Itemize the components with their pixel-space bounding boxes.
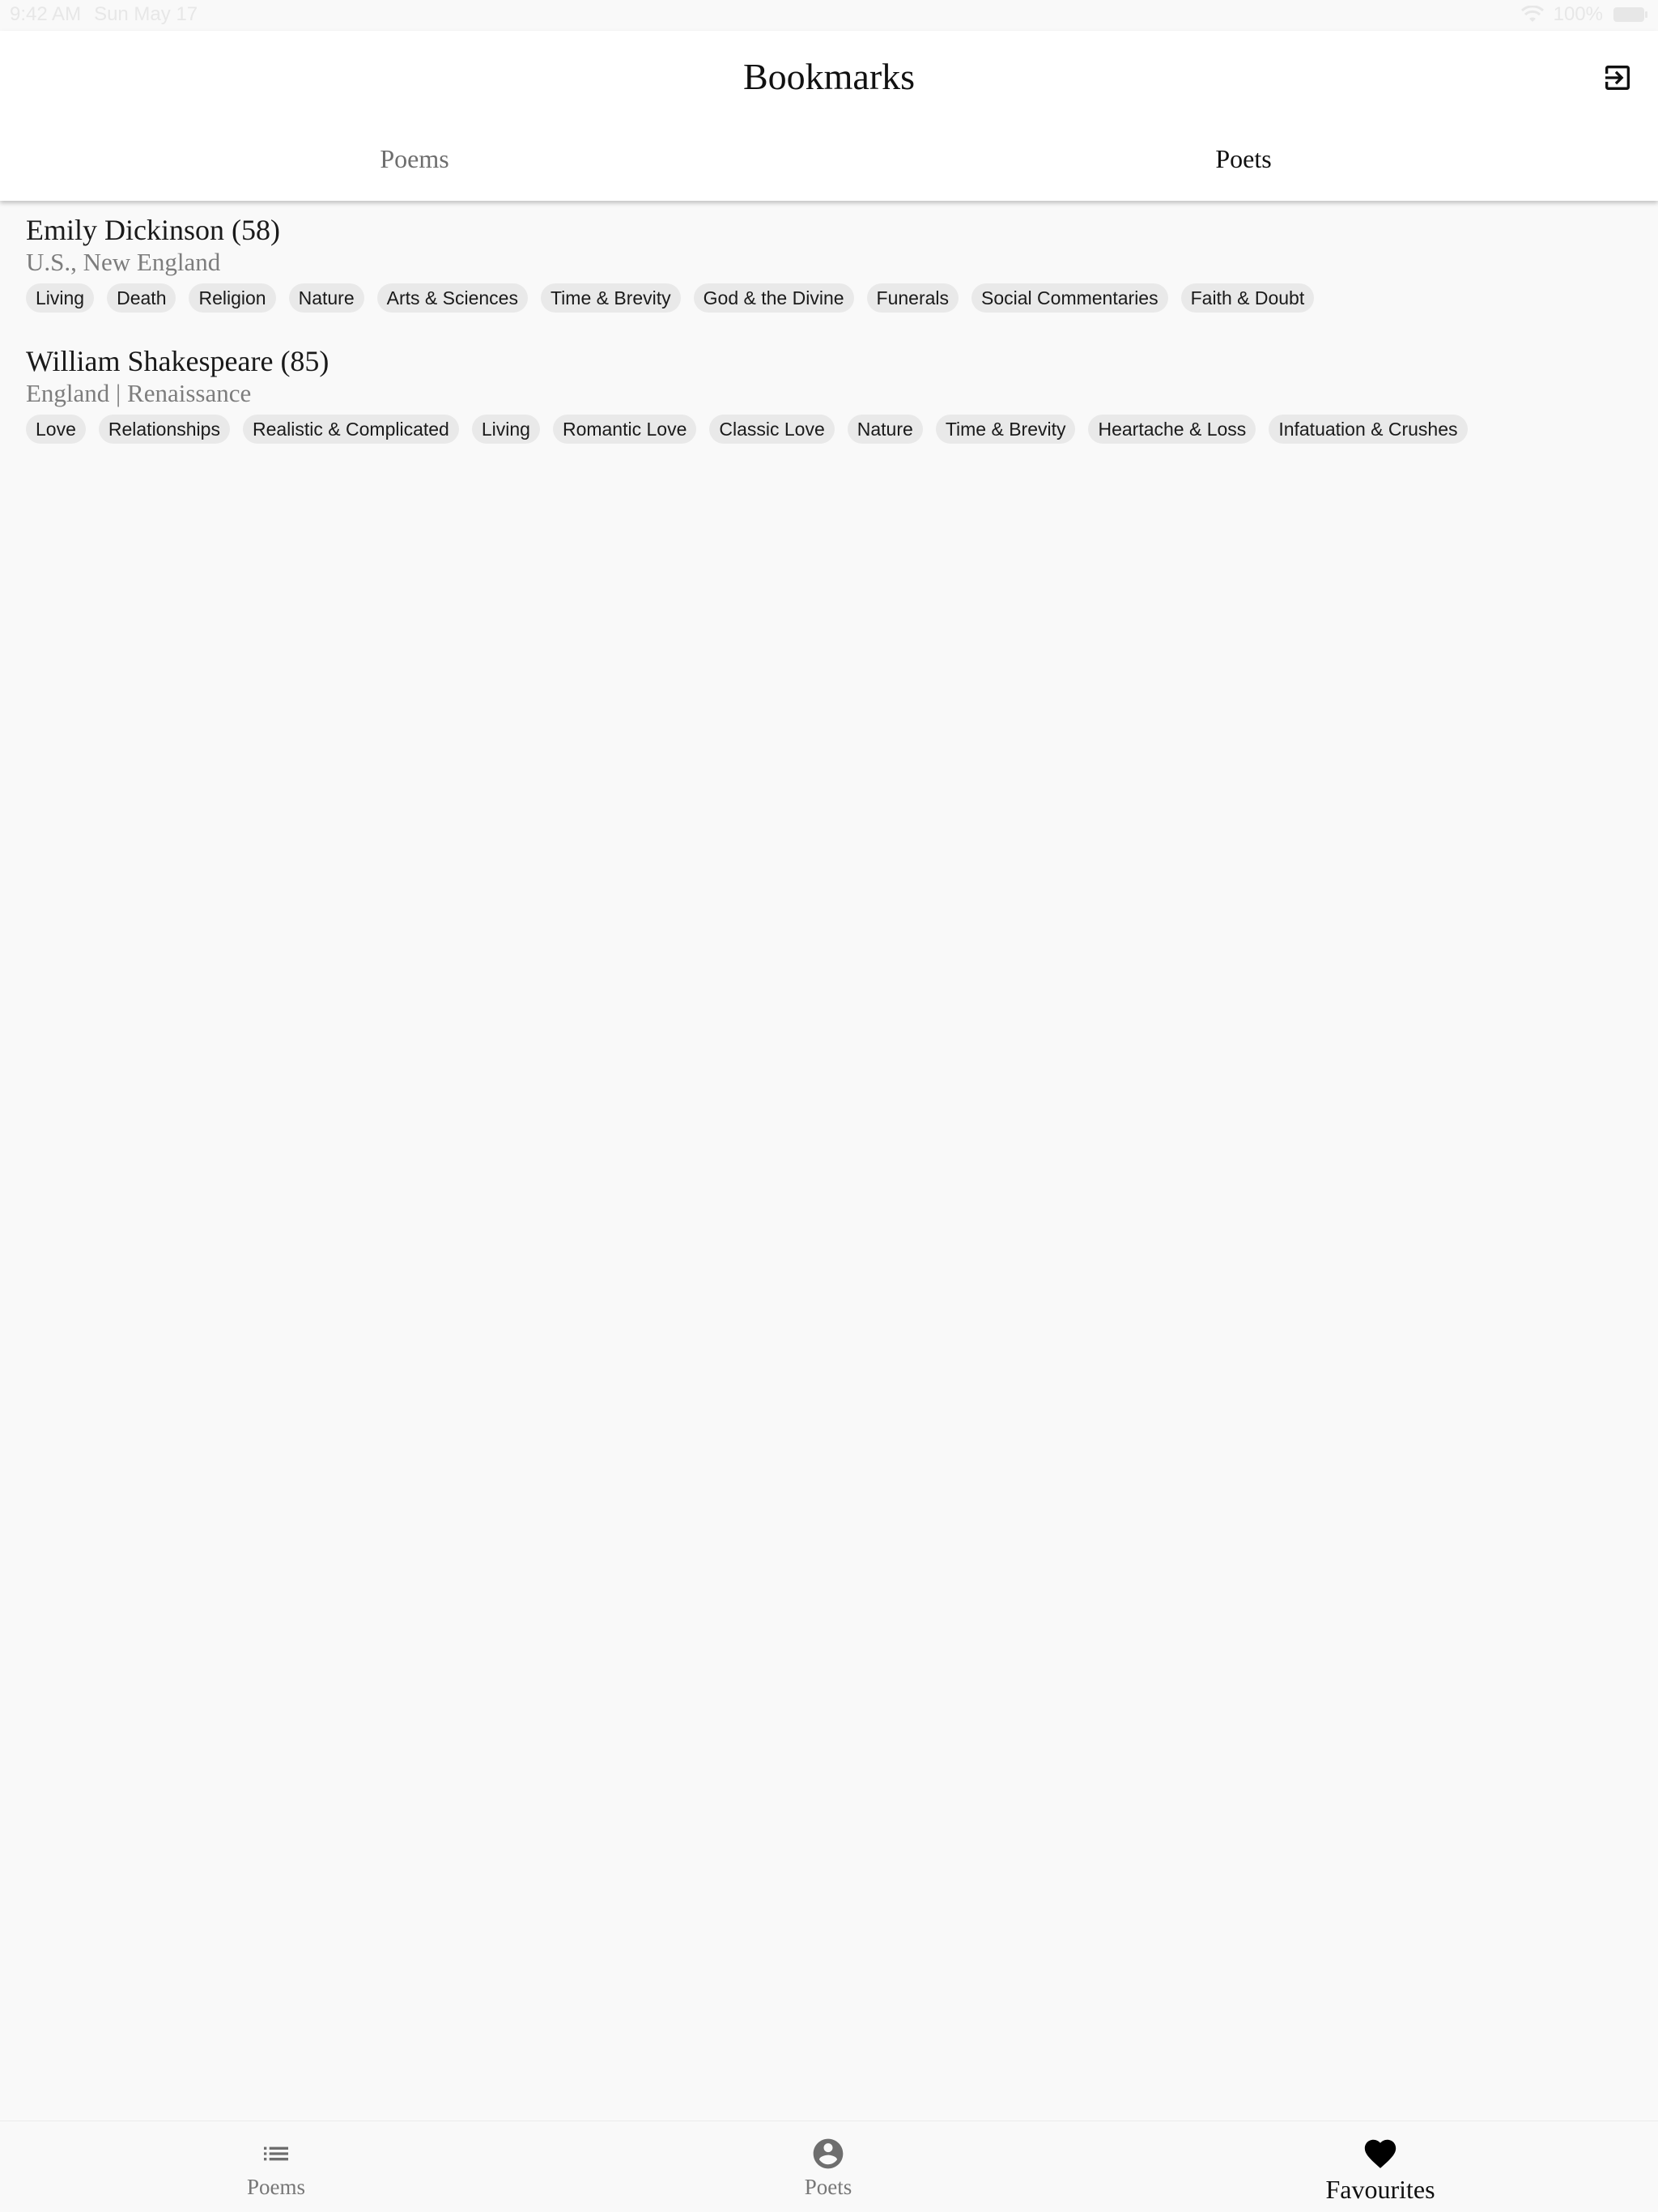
tag-chip[interactable]: Nature (288, 283, 364, 313)
app-header: Bookmarks Poems Poets (0, 31, 1658, 201)
tag-chip[interactable]: Realistic & Complicated (242, 415, 459, 444)
tab-poems[interactable]: Poems (0, 144, 829, 174)
status-time: 9:42 AM (10, 3, 82, 25)
tag-list: Living Death Religion Nature Arts & Scie… (26, 283, 1637, 313)
battery-percent: 100% (1553, 3, 1603, 25)
tag-chip[interactable]: Classic Love (709, 415, 835, 444)
poet-name: William Shakespeare (85) (26, 345, 329, 377)
poet-card-william-shakespeare[interactable]: William Shakespeare (85) England | Renai… (26, 343, 1637, 444)
status-right: 100% (1520, 3, 1648, 26)
tag-chip[interactable]: Time & Brevity (935, 415, 1076, 444)
tag-chip[interactable]: Heartache & Loss (1088, 415, 1256, 444)
status-left: 9:42 AM Sun May 17 (10, 3, 198, 26)
tag-chip[interactable]: Romantic Love (552, 415, 697, 444)
account-circle-icon (810, 2136, 846, 2172)
bottom-navigation: Poems Poets Favourites (0, 2121, 1658, 2212)
tag-chip[interactable]: Living (471, 415, 540, 444)
tag-chip[interactable]: Arts & Sciences (376, 283, 528, 313)
poet-card-emily-dickinson[interactable]: Emily Dickinson (58) U.S., New England L… (26, 212, 1637, 313)
poet-subtitle: U.S., New England (26, 248, 221, 276)
battery-icon (1613, 6, 1648, 23)
tag-chip[interactable]: God & the Divine (693, 283, 854, 313)
poet-subtitle: England | Renaissance (26, 379, 252, 407)
nav-favourites[interactable]: Favourites (1104, 2121, 1656, 2212)
nav-poems-label: Poems (246, 2175, 305, 2199)
tag-chip[interactable]: Funerals (866, 283, 959, 313)
nav-poems[interactable]: Poems (0, 2121, 552, 2212)
tag-chip[interactable]: Living (26, 283, 95, 313)
tag-list: Love Relationships Realistic & Complicat… (26, 415, 1637, 444)
tag-chip[interactable]: Social Commentaries (971, 283, 1168, 313)
tag-chip[interactable]: Religion (189, 283, 276, 313)
page-title: Bookmarks (742, 56, 916, 97)
poet-list: Emily Dickinson (58) U.S., New England L… (26, 212, 1637, 474)
list-icon (260, 2136, 292, 2172)
tag-chip[interactable]: Nature (847, 415, 923, 444)
heart-icon (1362, 2136, 1399, 2172)
tag-chip[interactable]: Death (107, 283, 176, 313)
tab-poets[interactable]: Poets (829, 144, 1658, 174)
nav-favourites-label: Favourites (1325, 2175, 1435, 2204)
tag-chip[interactable]: Faith & Doubt (1180, 283, 1315, 313)
tag-chip[interactable]: Love (26, 415, 86, 444)
exit-to-app-icon (1601, 62, 1634, 98)
status-date: Sun May 17 (94, 3, 198, 25)
poet-name: Emily Dickinson (58) (26, 214, 280, 246)
tag-chip[interactable]: Time & Brevity (540, 283, 681, 313)
wifi-icon (1520, 6, 1544, 23)
nav-poets[interactable]: Poets (552, 2121, 1104, 2212)
nav-poets-label: Poets (804, 2175, 852, 2199)
exit-button[interactable] (1596, 58, 1639, 100)
tag-chip[interactable]: Infatuation & Crushes (1269, 415, 1468, 444)
tag-chip[interactable]: Relationships (98, 415, 230, 444)
status-bar: 9:42 AM Sun May 17 100% (0, 0, 1658, 31)
